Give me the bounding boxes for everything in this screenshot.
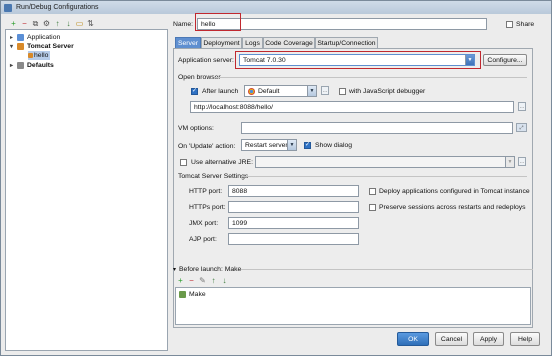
- tree-item-tomcat-server[interactable]: ▾ Tomcat Server: [10, 42, 74, 51]
- settings-icon[interactable]: ⚙: [42, 19, 51, 28]
- application-server-value: Tomcat 7.0.30: [243, 56, 286, 64]
- tomcat-icon: [17, 43, 24, 50]
- cancel-button[interactable]: Cancel: [435, 332, 468, 346]
- tree-item-application[interactable]: ▸ Application: [10, 33, 60, 42]
- help-button[interactable]: Help: [510, 332, 540, 346]
- run-debug-configurations-window: Run/Debug Configurations + − ⧉ ⚙ ↑ ↓ ▭ ⇅…: [0, 0, 552, 356]
- chevron-down-icon[interactable]: ▼: [307, 86, 316, 96]
- chevron-down-icon[interactable]: ▼: [465, 55, 474, 65]
- tab-server[interactable]: Server: [175, 37, 201, 48]
- before-launch-title: Before launch: Make: [179, 266, 242, 273]
- tree-item-label: hello: [34, 52, 49, 59]
- js-debugger-label: with JavaScript debugger: [349, 88, 426, 95]
- tree-item-defaults[interactable]: ▸ Defaults: [10, 61, 54, 70]
- name-input[interactable]: hello: [197, 18, 487, 30]
- ajp-port-input[interactable]: [228, 233, 359, 245]
- js-debugger-checkbox[interactable]: [339, 88, 346, 95]
- chevron-down-icon[interactable]: ▼: [505, 157, 514, 167]
- after-launch-label: After launch: [202, 88, 239, 95]
- jmx-port-label: JMX port:: [189, 220, 219, 227]
- on-update-value: Restart server: [245, 141, 288, 149]
- configure-button[interactable]: Configure...: [483, 54, 527, 66]
- deploy-apps-label: Deploy applications configured in Tomcat…: [379, 188, 530, 195]
- url-more-button[interactable]: …: [518, 102, 526, 111]
- configuration-tree: ▸ Application ▾ Tomcat Server hello ▸ De…: [5, 29, 168, 351]
- https-port-label: HTTPs port:: [189, 204, 226, 211]
- preserve-sessions-label: Preserve sessions across restarts and re…: [379, 204, 526, 211]
- before-launch-toggle-icon[interactable]: ▾: [173, 266, 176, 273]
- after-launch-checkbox[interactable]: ✓: [191, 88, 198, 95]
- tomcat-config-icon: [28, 53, 33, 58]
- http-port-label: HTTP port:: [189, 188, 223, 195]
- ajp-port-label: AJP port:: [189, 236, 217, 243]
- divider: [215, 77, 527, 78]
- tree-item-label: Defaults: [27, 62, 54, 69]
- show-dialog-label: Show dialog: [315, 142, 353, 149]
- https-port-input[interactable]: [228, 201, 359, 213]
- remove-icon[interactable]: −: [20, 19, 29, 28]
- move-task-up-icon[interactable]: ↑: [209, 276, 218, 285]
- alt-jre-select[interactable]: ▼: [255, 156, 515, 168]
- before-launch-list: Make: [175, 287, 531, 325]
- remove-task-icon[interactable]: −: [187, 276, 196, 285]
- http-port-input[interactable]: 8088: [228, 185, 359, 197]
- before-launch-item-make[interactable]: Make: [179, 290, 206, 299]
- tree-item-hello[interactable]: hello: [28, 51, 50, 60]
- add-icon[interactable]: +: [9, 19, 18, 28]
- more-button[interactable]: …: [321, 86, 329, 95]
- make-icon: [179, 291, 186, 298]
- jre-more-button[interactable]: …: [518, 157, 526, 166]
- move-down-icon[interactable]: ↓: [64, 19, 73, 28]
- move-task-down-icon[interactable]: ↓: [220, 276, 229, 285]
- application-server-label: Application server:: [178, 57, 234, 64]
- tab-code-coverage[interactable]: Code Coverage: [263, 37, 315, 48]
- collapse-arrow-icon[interactable]: ▾: [10, 43, 17, 50]
- move-up-icon[interactable]: ↑: [53, 19, 62, 28]
- share-checkbox[interactable]: [506, 21, 513, 28]
- add-task-icon[interactable]: +: [176, 276, 185, 285]
- on-update-label: On 'Update' action:: [178, 143, 236, 150]
- sort-icon[interactable]: ⇅: [86, 19, 95, 28]
- tab-logs[interactable]: Logs: [242, 37, 263, 48]
- application-icon: [17, 34, 24, 41]
- jmx-port-input[interactable]: 1099: [228, 217, 359, 229]
- preserve-sessions-checkbox[interactable]: [369, 204, 376, 211]
- browser-select[interactable]: Default ▼: [244, 85, 317, 97]
- apply-button[interactable]: Apply: [473, 332, 504, 346]
- defaults-icon: [17, 62, 24, 69]
- tree-item-label: Application: [27, 34, 61, 41]
- copy-icon[interactable]: ⧉: [31, 19, 40, 28]
- expand-arrow-icon[interactable]: ▸: [10, 34, 17, 41]
- folder-icon[interactable]: ▭: [75, 19, 84, 28]
- show-dialog-checkbox[interactable]: ✓: [304, 142, 311, 149]
- expand-arrow-icon[interactable]: ▸: [10, 62, 17, 69]
- divider: [241, 269, 533, 270]
- alt-jre-checkbox[interactable]: [180, 159, 187, 166]
- deploy-apps-checkbox[interactable]: [369, 188, 376, 195]
- browser-value: Default: [258, 87, 280, 95]
- chrome-icon: [248, 87, 255, 95]
- edit-task-icon[interactable]: ✎: [198, 276, 207, 285]
- window-title: Run/Debug Configurations: [16, 4, 99, 11]
- before-launch-item-label: Make: [189, 291, 206, 298]
- tree-item-label: Tomcat Server: [27, 43, 74, 50]
- ok-button[interactable]: OK: [397, 332, 429, 346]
- name-label: Name:: [173, 21, 194, 28]
- tab-deployment[interactable]: Deployment: [201, 37, 242, 48]
- title-bar: Run/Debug Configurations: [1, 1, 551, 14]
- vm-options-label: VM options:: [178, 125, 214, 132]
- app-icon: [4, 3, 12, 12]
- chevron-down-icon[interactable]: ▼: [287, 140, 296, 150]
- on-update-select[interactable]: Restart server ▼: [241, 139, 297, 151]
- divider: [241, 176, 527, 177]
- application-server-select[interactable]: Tomcat 7.0.30 ▼: [239, 54, 475, 66]
- vm-options-input[interactable]: [241, 122, 513, 134]
- browser-url-input[interactable]: http://localhost:8088/hello/: [190, 101, 514, 113]
- tomcat-settings-title: Tomcat Server Settings: [178, 173, 249, 180]
- share-label: Share: [516, 21, 535, 28]
- tab-startup-connection[interactable]: Startup/Connection: [315, 37, 378, 48]
- alt-jre-label: Use alternative JRE:: [191, 159, 253, 166]
- expand-icon[interactable]: ⤢: [516, 123, 527, 132]
